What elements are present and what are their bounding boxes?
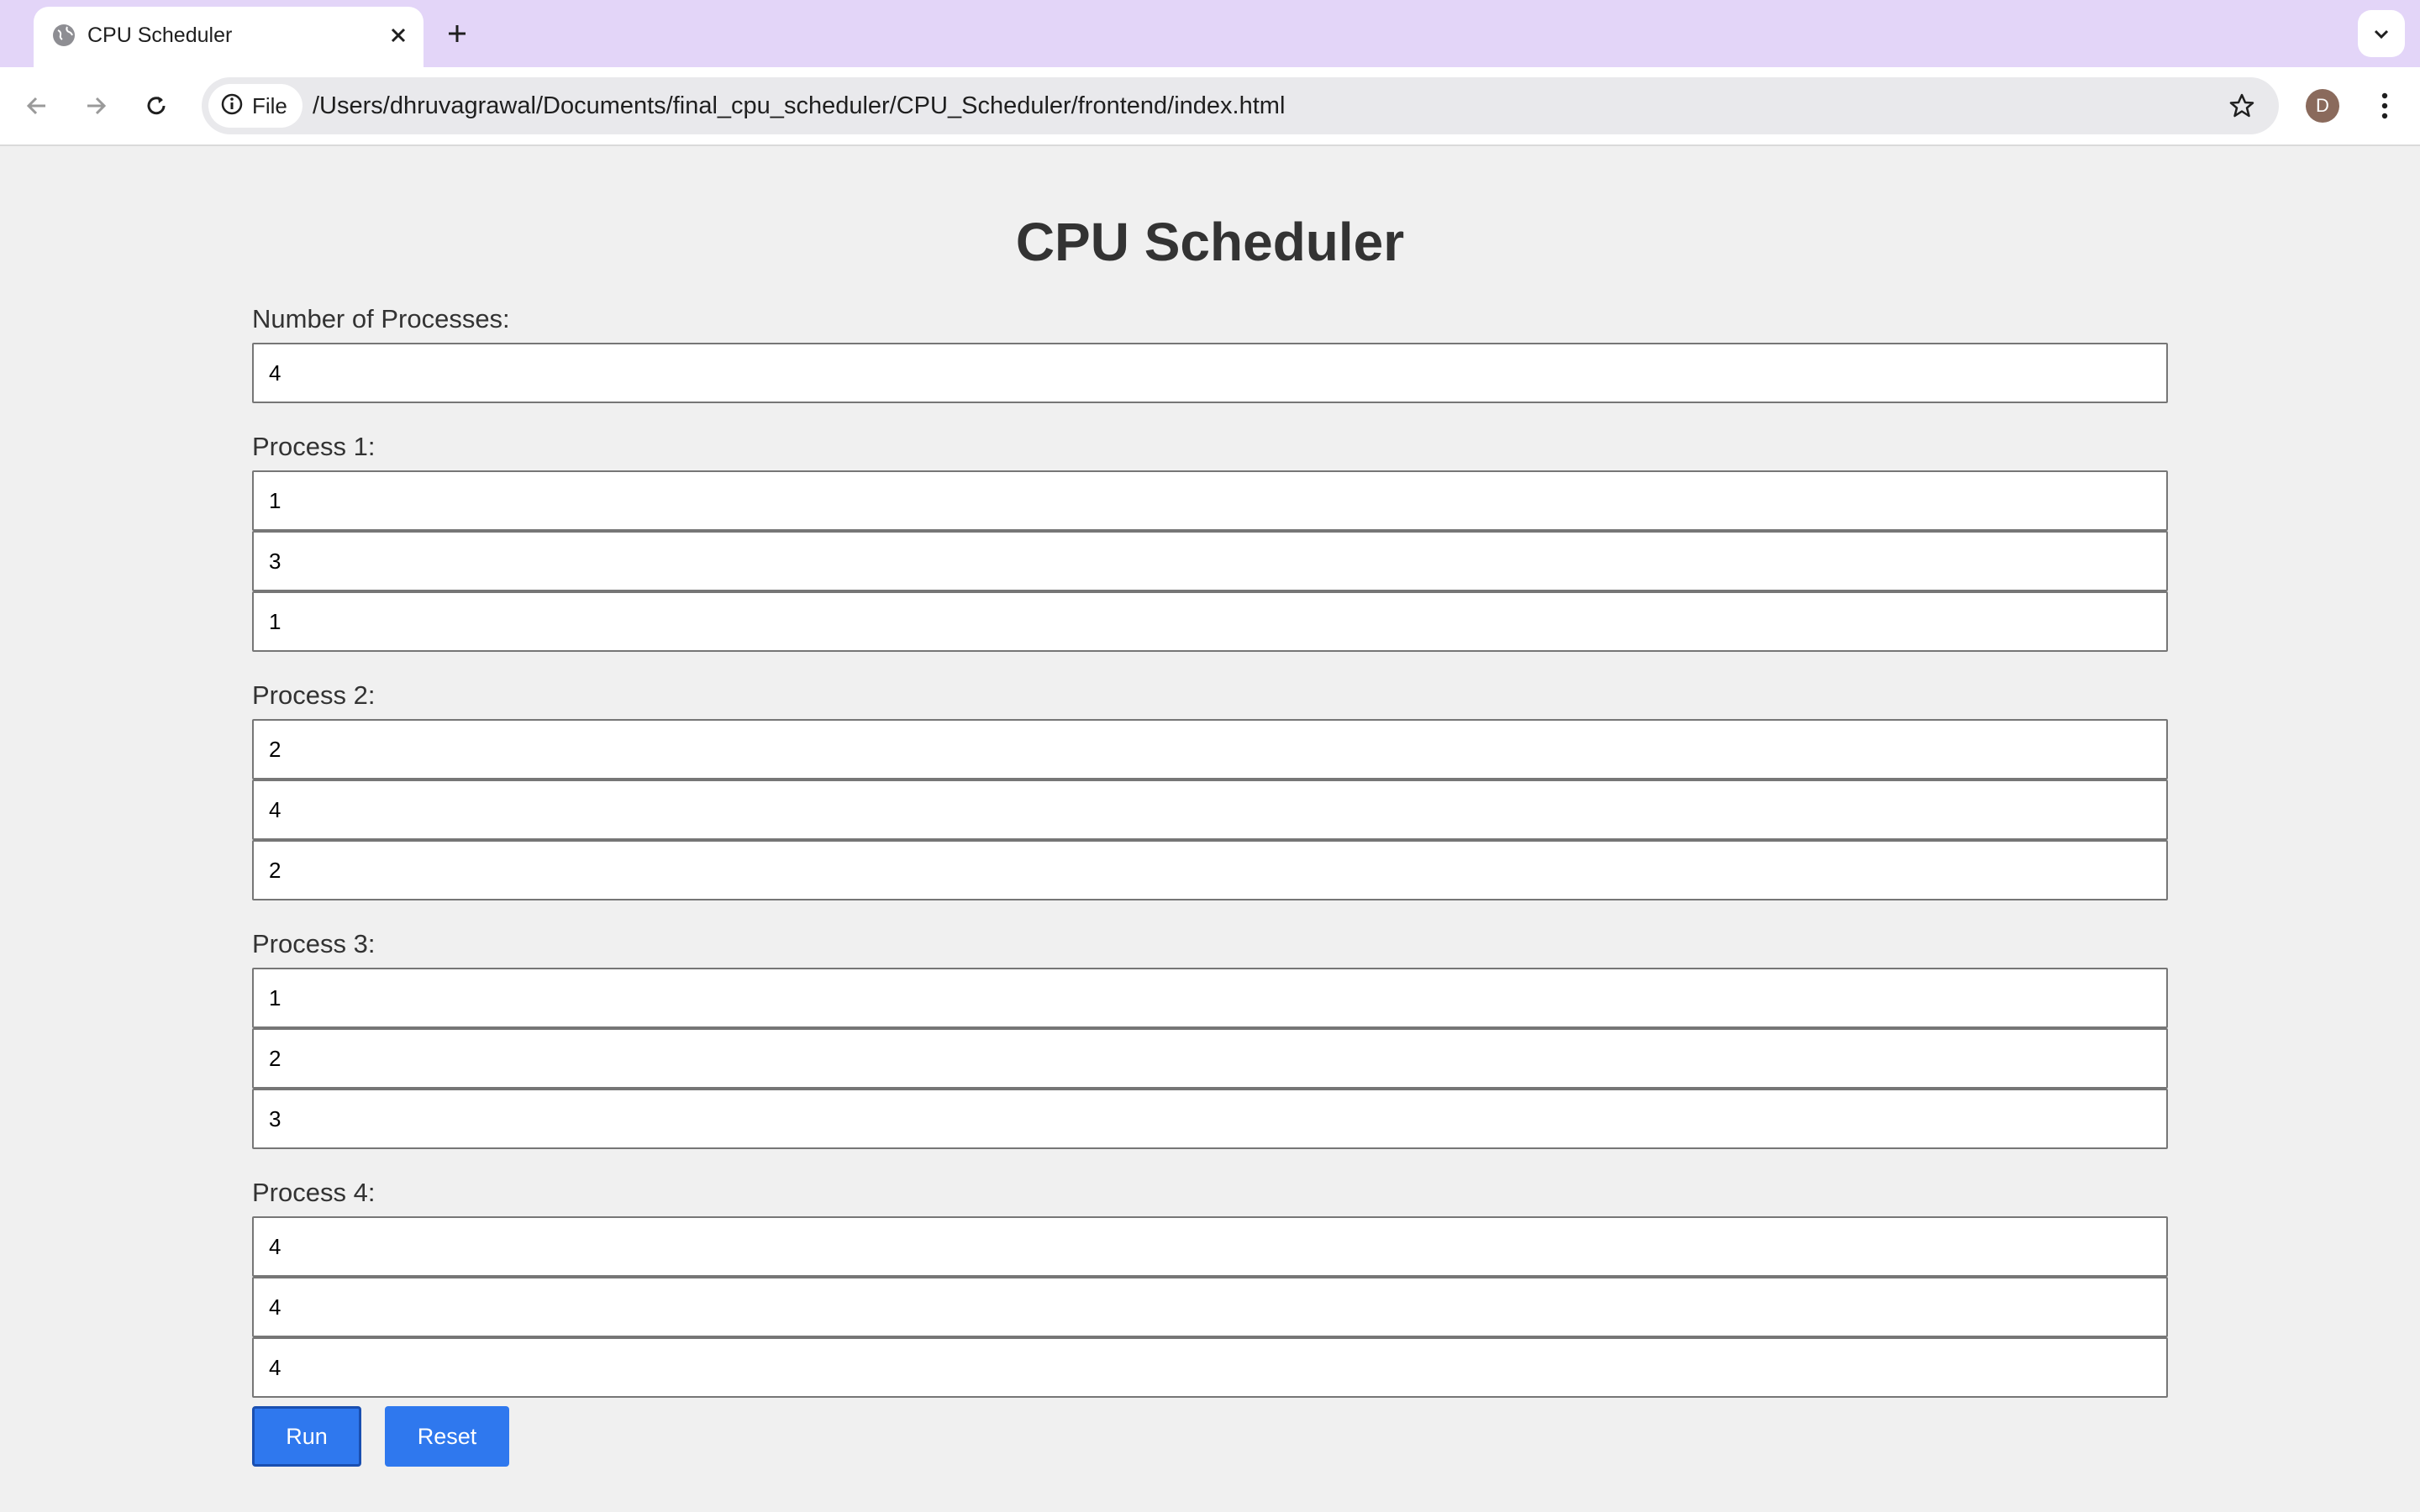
process-label: Process 1: <box>252 432 376 461</box>
scheduler-form: CPU Scheduler Number of Processes: Proce… <box>252 148 2168 1398</box>
num-processes-label: Number of Processes: <box>252 304 510 333</box>
url-text[interactable]: /Users/dhruvagrawal/Documents/final_cpu_… <box>313 91 1285 121</box>
process-3-field-3[interactable] <box>252 1089 2168 1149</box>
run-button[interactable]: Run <box>252 1406 361 1467</box>
process-group-3: Process 3: <box>252 927 2168 1149</box>
process-2-field-3[interactable] <box>252 840 2168 900</box>
tab-strip: CPU Scheduler <box>0 0 2420 67</box>
browser-tab[interactable]: CPU Scheduler <box>34 7 424 67</box>
kebab-menu-icon[interactable] <box>2368 86 2402 126</box>
process-2-field-1[interactable] <box>252 719 2168 780</box>
reload-icon[interactable] <box>136 86 176 126</box>
process-label: Process 3: <box>252 929 376 958</box>
process-3-field-1[interactable] <box>252 968 2168 1028</box>
process-group-4: Process 4: <box>252 1176 2168 1398</box>
process-1-field-1[interactable] <box>252 470 2168 531</box>
process-1-field-2[interactable] <box>252 531 2168 591</box>
action-buttons: Run Reset <box>252 1406 509 1467</box>
process-group-1: Process 1: <box>252 430 2168 652</box>
reset-button[interactable]: Reset <box>385 1406 509 1467</box>
profile-avatar[interactable]: D <box>2306 89 2339 123</box>
browser-toolbar: File /Users/dhruvagrawal/Documents/final… <box>0 67 2420 146</box>
back-arrow-icon[interactable] <box>17 86 57 126</box>
tab-title: CPU Scheduler <box>87 24 233 47</box>
process-4-field-2[interactable] <box>252 1277 2168 1337</box>
process-2-field-2[interactable] <box>252 780 2168 840</box>
process-1-field-3[interactable] <box>252 591 2168 652</box>
process-label: Process 2: <box>252 680 376 710</box>
site-info-chip[interactable]: File <box>208 84 302 128</box>
star-icon[interactable] <box>2225 89 2259 123</box>
globe-icon <box>50 22 77 49</box>
process-4-field-1[interactable] <box>252 1216 2168 1277</box>
page-title: CPU Scheduler <box>1015 212 1405 272</box>
chevron-down-icon[interactable] <box>2358 10 2405 57</box>
num-processes-input[interactable] <box>252 343 2168 403</box>
info-icon <box>220 92 244 120</box>
plus-icon[interactable] <box>440 17 474 50</box>
process-3-field-2[interactable] <box>252 1028 2168 1089</box>
process-group-2: Process 2: <box>252 679 2168 900</box>
address-bar[interactable]: File /Users/dhruvagrawal/Documents/final… <box>202 77 2279 134</box>
close-icon[interactable] <box>385 22 412 49</box>
forward-arrow-icon[interactable] <box>76 86 116 126</box>
chip-label: File <box>252 92 287 118</box>
process-label: Process 4: <box>252 1178 376 1207</box>
process-4-field-3[interactable] <box>252 1337 2168 1398</box>
